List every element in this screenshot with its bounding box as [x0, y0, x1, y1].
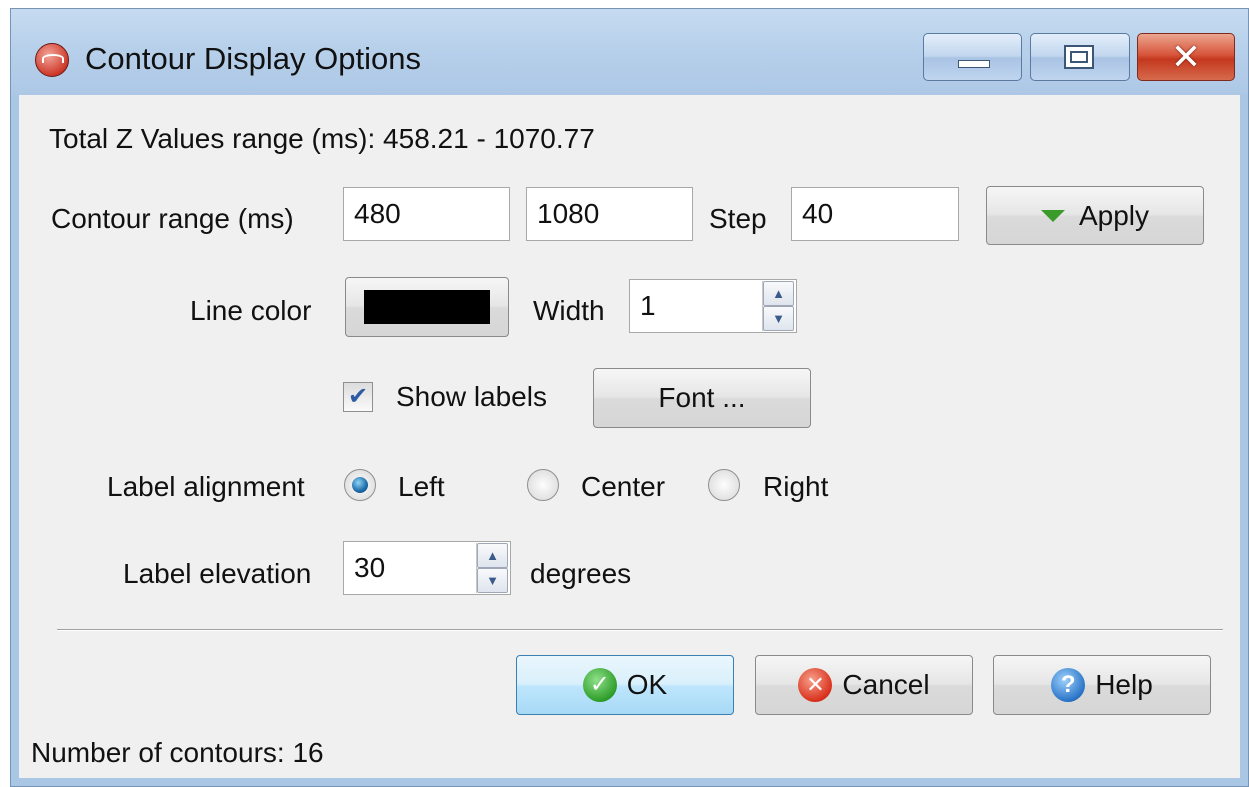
spin-up-icon[interactable]: ▲: [477, 543, 508, 568]
maximize-icon: [1064, 45, 1094, 69]
contour-range-label: Contour range (ms): [51, 203, 294, 234]
dialog-content: Total Z Values range (ms): 458.21 - 1070…: [19, 95, 1240, 778]
align-left-label[interactable]: Left: [398, 471, 445, 503]
align-center-label[interactable]: Center: [581, 471, 665, 503]
align-right-radio[interactable]: [708, 469, 740, 501]
spin-down-icon[interactable]: ▼: [763, 306, 794, 331]
help-button-label: Help: [1095, 669, 1153, 700]
font-button[interactable]: Font ...: [593, 368, 811, 428]
contour-max-input[interactable]: 1080: [526, 187, 693, 241]
width-spinner[interactable]: ▲ ▼: [762, 281, 794, 331]
ok-button[interactable]: ✓ OK: [516, 655, 734, 715]
title-bar[interactable]: Contour Display Options ✕: [11, 9, 1248, 95]
show-labels-label[interactable]: Show labels: [396, 381, 547, 413]
line-color-label: Line color: [190, 295, 312, 326]
spin-down-icon[interactable]: ▼: [477, 568, 508, 593]
font-button-label: Font ...: [658, 382, 746, 413]
apply-button-label: Apply: [1078, 199, 1150, 231]
show-labels-checkbox[interactable]: ✔: [343, 382, 373, 412]
window-title: Contour Display Options: [85, 41, 421, 76]
help-icon: ?: [1051, 668, 1086, 702]
ok-button-label: OK: [626, 669, 668, 700]
spin-up-icon[interactable]: ▲: [763, 281, 794, 306]
step-label: Step: [709, 203, 767, 234]
separator: [57, 629, 1223, 631]
elevation-value: 30: [354, 552, 386, 583]
label-alignment-label: Label alignment: [107, 471, 305, 502]
minimize-icon: [958, 60, 990, 68]
elevation-unit-label: degrees: [530, 558, 632, 589]
app-icon: [35, 43, 69, 77]
check-icon: ✓: [582, 668, 617, 702]
width-label: Width: [533, 295, 605, 326]
minimize-button[interactable]: [923, 33, 1022, 81]
cancel-icon: ✕: [798, 668, 833, 702]
contour-min-input[interactable]: 480: [343, 187, 510, 241]
dialog-window: Contour Display Options ✕ Total Z Values…: [10, 8, 1249, 787]
align-right-label[interactable]: Right: [763, 471, 828, 503]
maximize-button[interactable]: [1030, 33, 1130, 81]
close-icon: ✕: [1170, 36, 1202, 77]
step-input[interactable]: 40: [791, 187, 959, 241]
help-button[interactable]: ? Help: [993, 655, 1211, 715]
close-button[interactable]: ✕: [1137, 33, 1235, 81]
line-color-button[interactable]: [345, 277, 509, 337]
apply-button[interactable]: Apply: [986, 186, 1204, 245]
line-color-swatch: [364, 290, 490, 324]
contour-count-status: Number of contours: 16: [31, 737, 324, 768]
cancel-button-label: Cancel: [842, 669, 930, 700]
align-center-radio[interactable]: [527, 469, 559, 501]
elevation-spinner[interactable]: ▲ ▼: [476, 543, 508, 593]
align-left-radio[interactable]: [344, 469, 376, 501]
cancel-button[interactable]: ✕ Cancel: [755, 655, 973, 715]
apply-arrow-icon: [1040, 209, 1065, 222]
width-value: 1: [640, 290, 656, 321]
z-range-info: Total Z Values range (ms): 458.21 - 1070…: [49, 123, 595, 154]
label-elevation-label: Label elevation: [123, 558, 312, 589]
